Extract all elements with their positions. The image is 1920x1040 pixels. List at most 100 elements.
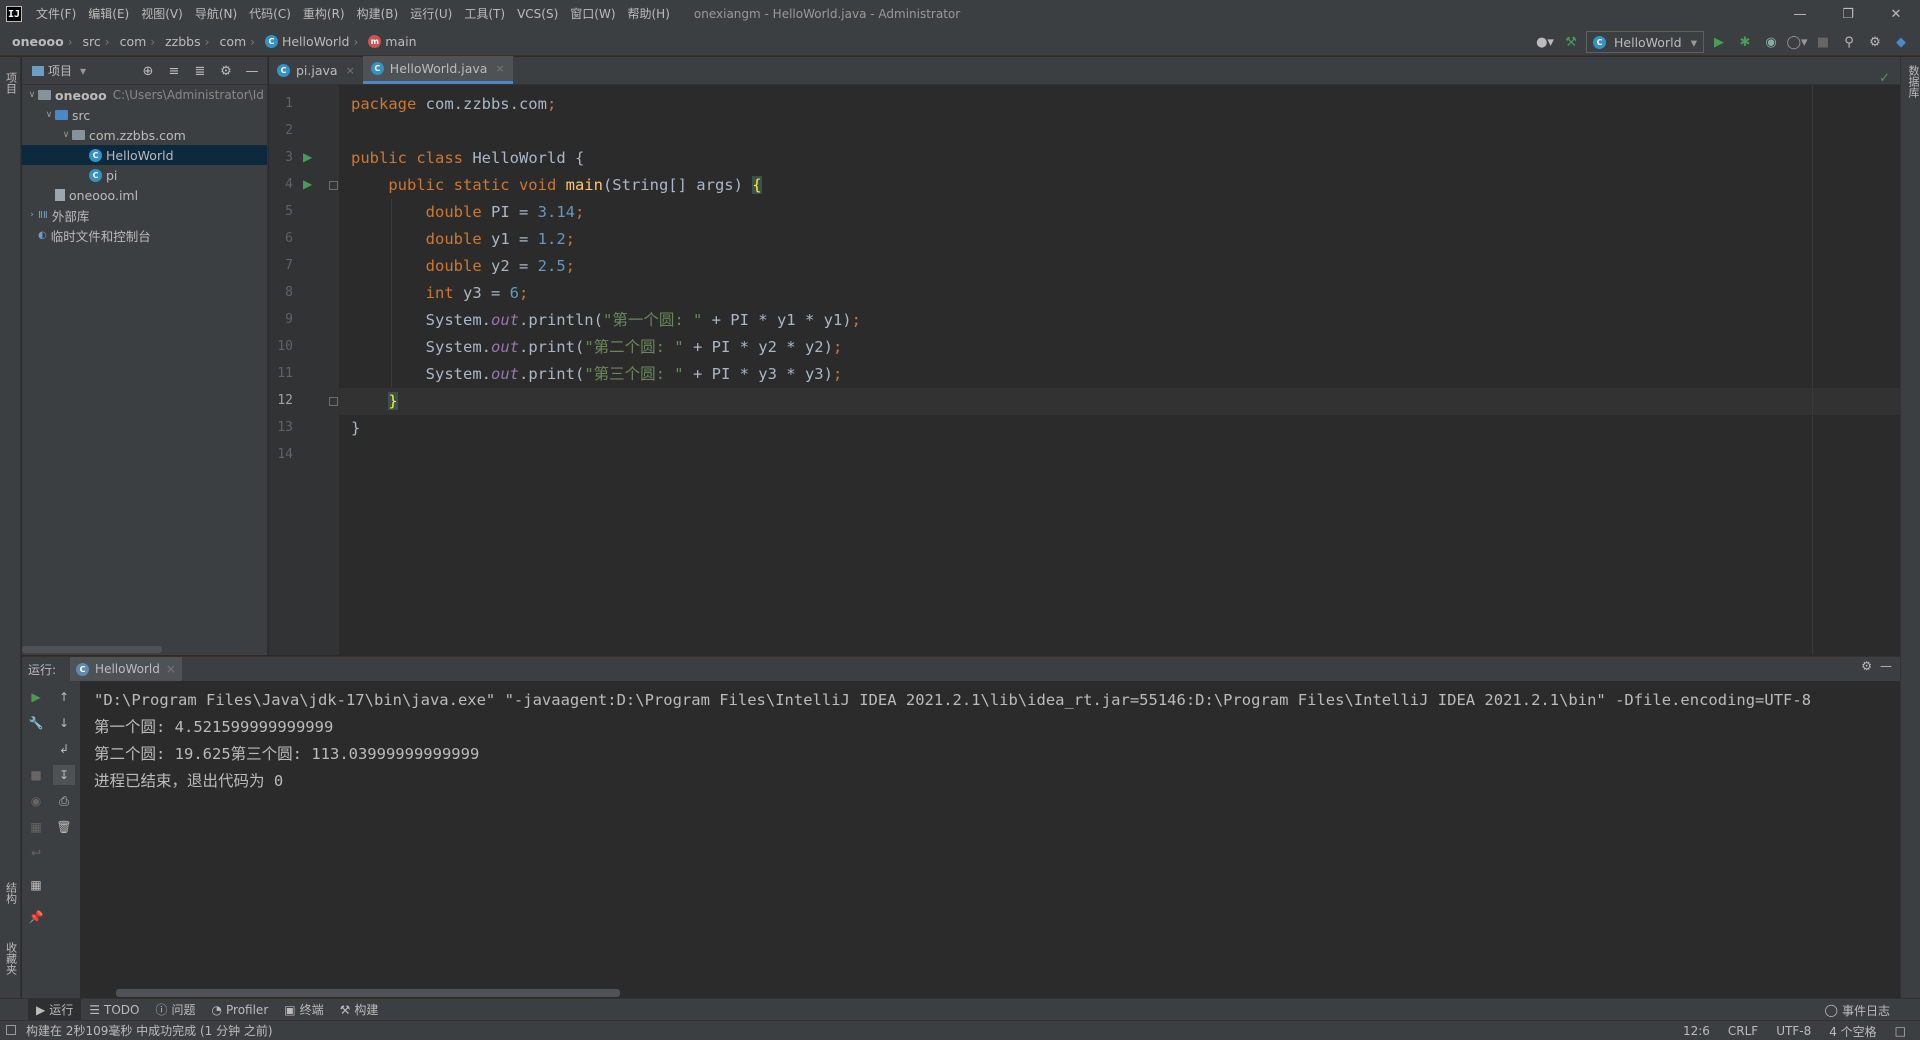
tree-node[interactable]: ∨ oneooo C:\Users\Administrator\Id: [22, 85, 267, 105]
project-view-select[interactable]: 项目: [48, 62, 72, 79]
expand-all-icon[interactable]: ≡: [163, 60, 185, 82]
user-icon[interactable]: ●▾: [1534, 31, 1556, 53]
minimize-icon[interactable]: —: [1776, 0, 1824, 28]
thread-dump-icon[interactable]: ▦: [25, 817, 47, 837]
chevron-down-icon[interactable]: ∨: [60, 130, 72, 140]
stripe-tab-favorites[interactable]: 收藏夹: [0, 933, 21, 983]
scroll-to-end-icon[interactable]: ↧: [53, 765, 75, 785]
fold-icon[interactable]: [329, 181, 338, 190]
pin-icon[interactable]: 📌: [25, 907, 47, 927]
fold-icon[interactable]: [329, 397, 338, 406]
build-hammer-icon[interactable]: ⚒: [1560, 31, 1582, 53]
lock-icon[interactable]: □: [1895, 1024, 1906, 1038]
settings-gear-icon[interactable]: ⚙: [1864, 31, 1886, 53]
debug-icon[interactable]: ✱: [1734, 31, 1756, 53]
run-tab-helloworld[interactable]: C HelloWorld ×: [70, 657, 182, 681]
stop-icon[interactable]: ■: [1812, 31, 1834, 53]
rerun-icon[interactable]: ▶: [25, 687, 47, 707]
layout-icon[interactable]: ▦: [25, 875, 47, 895]
event-log-button[interactable]: ◯ 事件日志: [1825, 999, 1890, 1021]
up-arrow-icon[interactable]: ↑: [53, 687, 75, 707]
run-gutter-icon[interactable]: ▶: [303, 177, 312, 191]
search-icon[interactable]: ⚲: [1838, 31, 1860, 53]
menu-item[interactable]: 导航(N): [189, 0, 243, 28]
tool-tab-run[interactable]: ▶ 运行: [28, 998, 82, 1021]
camera-icon[interactable]: ◉: [25, 791, 47, 811]
run-gutter-icon[interactable]: ▶: [303, 150, 312, 164]
wrench-icon[interactable]: 🔧: [25, 713, 47, 733]
menu-item[interactable]: 工具(T): [458, 0, 511, 28]
trash-icon[interactable]: 🗑: [53, 817, 75, 837]
tree-node[interactable]: oneooo.iml: [22, 185, 267, 205]
code-area[interactable]: package com.zzbbs.com; public class Hello…: [339, 85, 1900, 655]
status-panel-icon[interactable]: [6, 1025, 16, 1035]
close-icon[interactable]: ×: [495, 62, 504, 75]
exit-icon[interactable]: ↩: [25, 843, 47, 863]
close-icon[interactable]: ×: [166, 662, 176, 676]
chevron-down-icon[interactable]: ∨: [43, 110, 55, 120]
jetbrains-toolbox-icon[interactable]: ◆: [1890, 31, 1912, 53]
down-arrow-icon[interactable]: ↓: [53, 713, 75, 733]
tool-tab-problems[interactable]: ⓘ 问题: [147, 999, 203, 1021]
close-icon[interactable]: ✕: [1872, 0, 1920, 28]
gear-icon[interactable]: ⚙: [215, 60, 237, 82]
collapse-all-icon[interactable]: ≣: [189, 60, 211, 82]
menu-item[interactable]: 文件(F): [30, 0, 82, 28]
profile-icon[interactable]: ◯▾: [1786, 31, 1808, 53]
chevron-down-icon[interactable]: ▾: [80, 64, 86, 78]
run-icon[interactable]: ▶: [1708, 31, 1730, 53]
soft-wrap-icon[interactable]: ↲: [53, 739, 75, 759]
breadcrumb-item[interactable]: m main: [360, 34, 418, 49]
restore-icon[interactable]: ❐: [1824, 0, 1872, 28]
tree-node[interactable]: Cpi: [22, 165, 267, 185]
stripe-tab-project[interactable]: 项目: [0, 63, 21, 103]
tool-tab-terminal[interactable]: ▣ 终端: [276, 999, 331, 1021]
breadcrumb-item[interactable]: src: [75, 34, 103, 49]
tree-node[interactable]: ◐ 临时文件和控制台: [22, 225, 267, 245]
stop-icon[interactable]: ■: [25, 765, 47, 785]
breadcrumb-item[interactable]: C HelloWorld: [257, 34, 352, 49]
gear-icon[interactable]: ⚙: [1861, 659, 1872, 673]
tree-node[interactable]: ∨ com.zzbbs.com: [22, 125, 267, 145]
stripe-tab-structure[interactable]: 结构: [0, 873, 21, 913]
breadcrumb-item[interactable]: oneooo: [0, 34, 66, 49]
print-icon[interactable]: ⎙: [53, 791, 75, 811]
tree-node[interactable]: C HelloWorld: [22, 145, 267, 165]
status-message[interactable]: 构建在 2秒109毫秒 中成功完成 (1 分钟 之前): [26, 1022, 273, 1039]
editor-tab[interactable]: C HelloWorld.java ×: [362, 56, 513, 84]
menu-item[interactable]: 帮助(H): [622, 0, 676, 28]
menu-item[interactable]: 重构(R): [297, 0, 351, 28]
tree-node[interactable]: › ⅡⅡ 外部库: [22, 205, 267, 225]
menu-item[interactable]: 运行(U): [404, 0, 458, 28]
tree-node[interactable]: ∨ src: [22, 105, 267, 125]
stripe-tab-database[interactable]: 数据库: [1901, 65, 1920, 115]
breadcrumb-item[interactable]: com: [112, 34, 149, 49]
menu-item[interactable]: 构建(B): [351, 0, 405, 28]
menu-item[interactable]: 编辑(E): [82, 0, 135, 28]
console-output[interactable]: "D:\Program Files\Java\jdk-17\bin\java.e…: [80, 681, 1900, 999]
tool-tab-todo[interactable]: ☰ TODO: [81, 999, 147, 1021]
menu-item[interactable]: 窗口(W): [564, 0, 621, 28]
caret-position[interactable]: 12:6: [1683, 1024, 1710, 1038]
breadcrumb-item[interactable]: com: [211, 34, 248, 49]
menu-item[interactable]: 视图(V): [135, 0, 189, 28]
tool-tab-profiler[interactable]: ◔ Profiler: [204, 999, 277, 1021]
chevron-right-icon[interactable]: ›: [26, 210, 38, 220]
menu-item[interactable]: VCS(S): [511, 0, 564, 28]
coverage-icon[interactable]: ◉: [1760, 31, 1782, 53]
line-separator[interactable]: CRLF: [1728, 1024, 1758, 1038]
indent-setting[interactable]: 4 个空格: [1829, 1023, 1876, 1040]
tool-tab-build[interactable]: ⚒ 构建: [332, 999, 387, 1021]
locate-file-icon[interactable]: ⊕: [137, 60, 159, 82]
chevron-down-icon[interactable]: ∨: [26, 90, 38, 100]
editor-tab[interactable]: Cpi.java ×: [269, 56, 363, 84]
file-encoding[interactable]: UTF-8: [1776, 1024, 1811, 1038]
menu-item[interactable]: 代码(C): [243, 0, 297, 28]
horizontal-scrollbar[interactable]: [116, 989, 620, 997]
hide-panel-icon[interactable]: —: [241, 60, 263, 82]
hide-panel-icon[interactable]: —: [1880, 659, 1892, 673]
horizontal-scrollbar[interactable]: [22, 646, 162, 653]
close-icon[interactable]: ×: [346, 64, 355, 77]
run-config-select[interactable]: C HelloWorld ▾: [1586, 31, 1704, 53]
breadcrumb-item[interactable]: zzbbs: [157, 34, 203, 49]
